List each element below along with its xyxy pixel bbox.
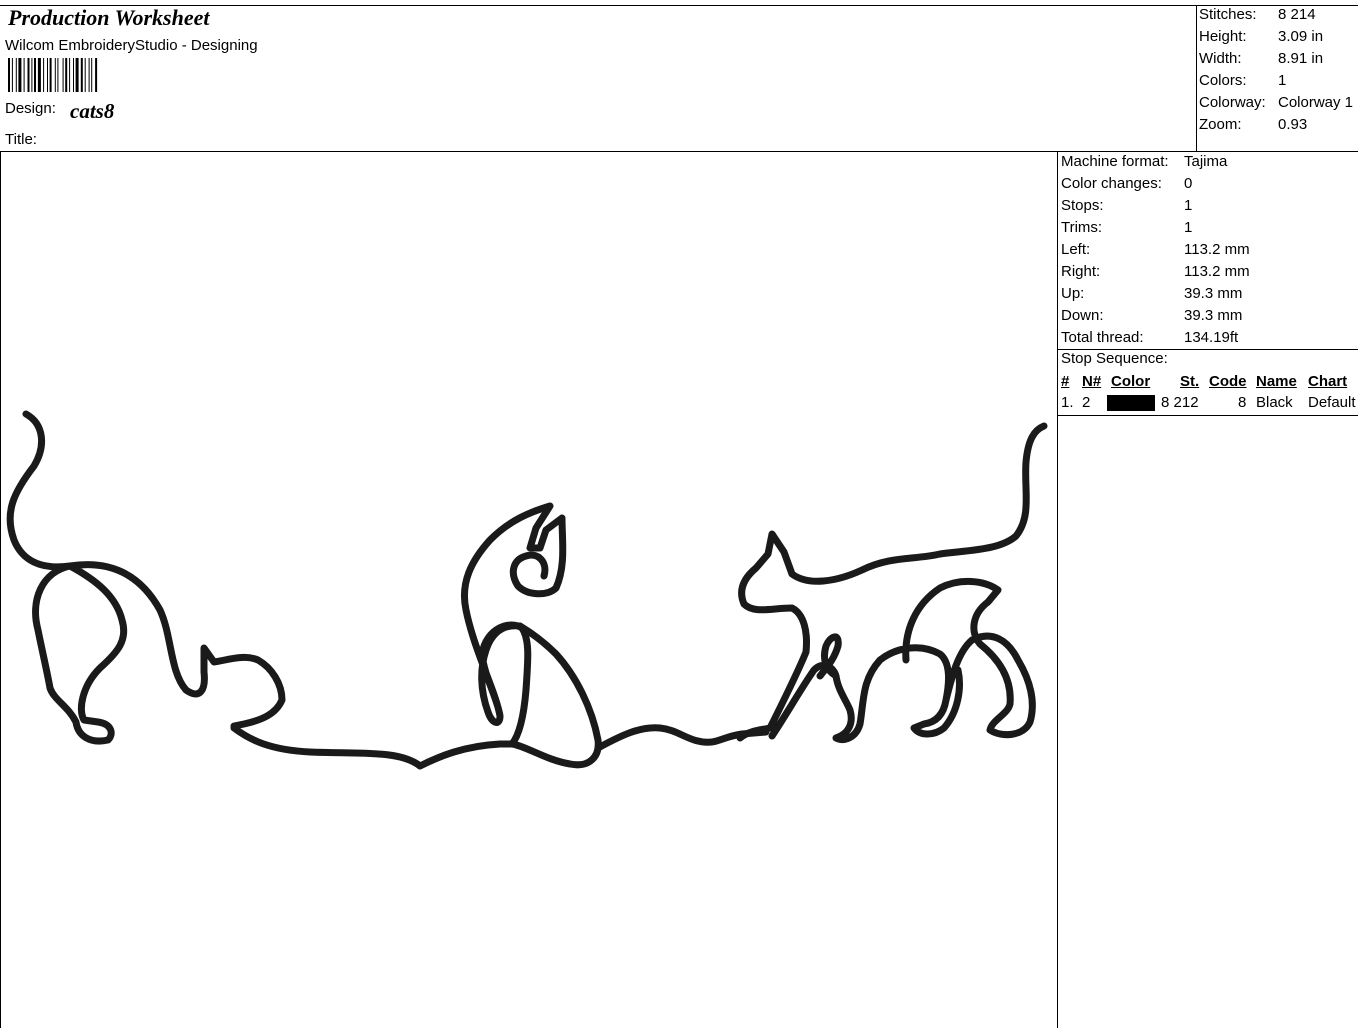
summary-label: Height: bbox=[1199, 28, 1247, 45]
machine-value: 39.3 mm bbox=[1184, 307, 1243, 324]
col-header-n: N# bbox=[1082, 373, 1102, 390]
app-name: Wilcom EmbroideryStudio - Designing bbox=[5, 37, 258, 54]
summary-value: 1 bbox=[1278, 72, 1287, 89]
machine-label: Trims: bbox=[1061, 219, 1103, 236]
row-stitches: 8 212 bbox=[1161, 394, 1199, 411]
ground-line-left bbox=[230, 724, 516, 770]
color-swatch bbox=[1107, 395, 1155, 411]
machine-label: Stops: bbox=[1061, 197, 1104, 214]
row-code: 8 bbox=[1238, 394, 1247, 411]
machine-value: 134.19ft bbox=[1184, 329, 1239, 346]
machine-value: 39.3 mm bbox=[1184, 285, 1243, 302]
machine-label: Right: bbox=[1061, 263, 1101, 280]
summary-label: Colorway: bbox=[1199, 94, 1266, 111]
machine-label: Machine format: bbox=[1061, 153, 1169, 170]
machine-value: 0 bbox=[1184, 175, 1193, 192]
summary-value: 3.09 in bbox=[1278, 28, 1324, 45]
row-name: Black bbox=[1256, 394, 1293, 411]
machine-value: 1 bbox=[1184, 219, 1193, 236]
col-header-chart: Chart bbox=[1308, 373, 1348, 390]
row-num: 1. bbox=[1061, 394, 1074, 411]
design-name: cats8 bbox=[70, 99, 115, 123]
machine-value: Tajima bbox=[1184, 153, 1228, 170]
summary-label: Stitches: bbox=[1199, 6, 1257, 23]
col-header-code: Code bbox=[1209, 373, 1247, 390]
summary-label: Zoom: bbox=[1199, 116, 1242, 133]
summary-value: 0.93 bbox=[1278, 116, 1308, 133]
summary-value: Colorway 1 bbox=[1278, 94, 1354, 111]
summary-value: 8 214 bbox=[1278, 6, 1316, 23]
barcode bbox=[8, 58, 98, 92]
cat-walking-outline bbox=[736, 422, 1048, 743]
design-label: Design: bbox=[5, 100, 56, 117]
summary-label: Colors: bbox=[1199, 72, 1247, 89]
machine-label: Down: bbox=[1061, 307, 1104, 324]
col-header-name: Name bbox=[1256, 373, 1297, 390]
stop-sequence-bottom-border bbox=[1057, 415, 1358, 416]
summary-label: Width: bbox=[1199, 50, 1242, 67]
machine-value: 1 bbox=[1184, 197, 1193, 214]
machine-value: 113.2 mm bbox=[1184, 263, 1250, 280]
row-chart: Default bbox=[1308, 394, 1356, 411]
design-preview bbox=[6, 410, 1048, 770]
machine-label: Total thread: bbox=[1061, 329, 1144, 346]
cat-sitting-outline bbox=[461, 502, 602, 769]
cat-arched-outline bbox=[6, 410, 286, 745]
title-label: Title: bbox=[5, 131, 37, 148]
col-header-num: # bbox=[1061, 373, 1070, 390]
side-panel-divider bbox=[1057, 151, 1058, 1028]
machine-label: Color changes: bbox=[1061, 175, 1162, 192]
col-header-st: St. bbox=[1180, 373, 1200, 390]
machine-label: Up: bbox=[1061, 285, 1085, 302]
summary-value: 8.91 in bbox=[1278, 50, 1324, 67]
machine-value: 113.2 mm bbox=[1184, 241, 1250, 258]
stop-sequence-label: Stop Sequence: bbox=[1061, 350, 1168, 367]
machine-label: Left: bbox=[1061, 241, 1091, 258]
summary-divider bbox=[1196, 5, 1197, 151]
row-needle: 2 bbox=[1082, 394, 1091, 411]
col-header-color: Color bbox=[1111, 373, 1151, 390]
worksheet-title: Production Worksheet bbox=[8, 5, 210, 30]
